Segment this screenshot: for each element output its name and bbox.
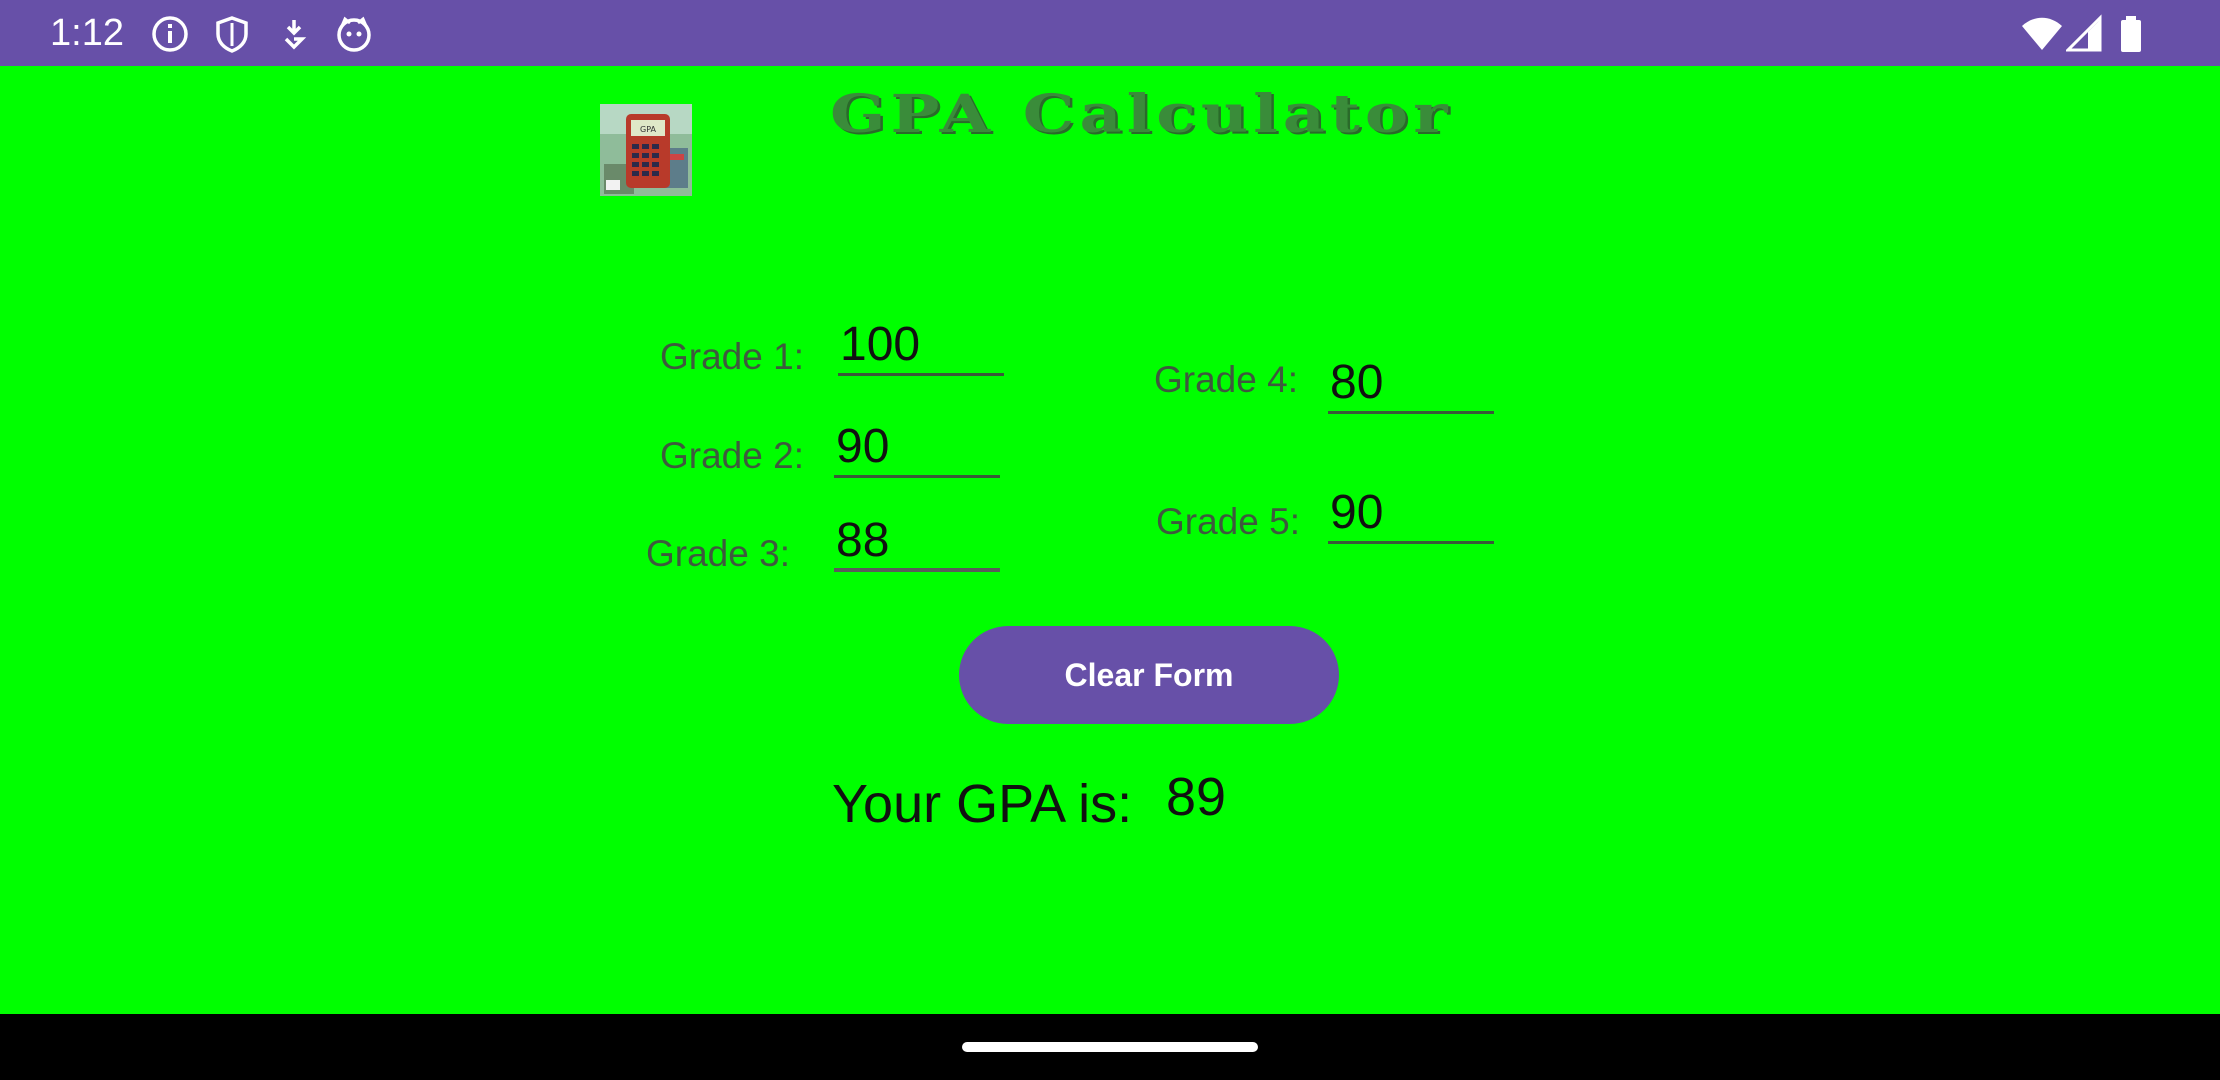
grade-3-label: Grade 3: bbox=[646, 533, 790, 574]
signal-icon bbox=[2066, 14, 2102, 52]
grade-1-field[interactable] bbox=[838, 316, 1004, 376]
grade-4-label: Grade 4: bbox=[1154, 359, 1298, 400]
gpa-value: 89 bbox=[1166, 767, 1227, 827]
wifi-icon bbox=[2022, 17, 2062, 50]
app-title: GPA Calculator bbox=[830, 84, 1453, 145]
info-icon bbox=[152, 16, 188, 52]
cat-icon bbox=[337, 16, 371, 52]
home-gesture-handle[interactable] bbox=[962, 1042, 1258, 1052]
navigation-bar bbox=[0, 1014, 2220, 1080]
grade-2-field[interactable] bbox=[834, 418, 1000, 478]
clear-form-button[interactable]: Clear Form bbox=[959, 626, 1339, 724]
status-bar: 1:12 bbox=[0, 0, 2220, 66]
status-time: 1:12 bbox=[50, 12, 124, 54]
gpa-label: Your GPA is: bbox=[832, 774, 1133, 834]
grade-1-label: Grade 1: bbox=[660, 336, 804, 377]
calculator-logo-icon: GPA bbox=[600, 104, 692, 196]
grade-2-label: Grade 2: bbox=[660, 435, 804, 476]
grade-5-label: Grade 5: bbox=[1156, 501, 1300, 542]
download-icon bbox=[284, 20, 307, 50]
grade-3-field[interactable] bbox=[834, 512, 1000, 572]
svg-text:GPA: GPA bbox=[640, 125, 657, 134]
app-content: GPA GPA Calculator Grade 1: Grade 2: Gra… bbox=[0, 66, 2220, 1014]
shield-icon bbox=[216, 16, 248, 53]
battery-icon bbox=[2121, 16, 2141, 52]
grade-5-field[interactable] bbox=[1328, 484, 1494, 544]
grade-4-field[interactable] bbox=[1328, 354, 1494, 414]
